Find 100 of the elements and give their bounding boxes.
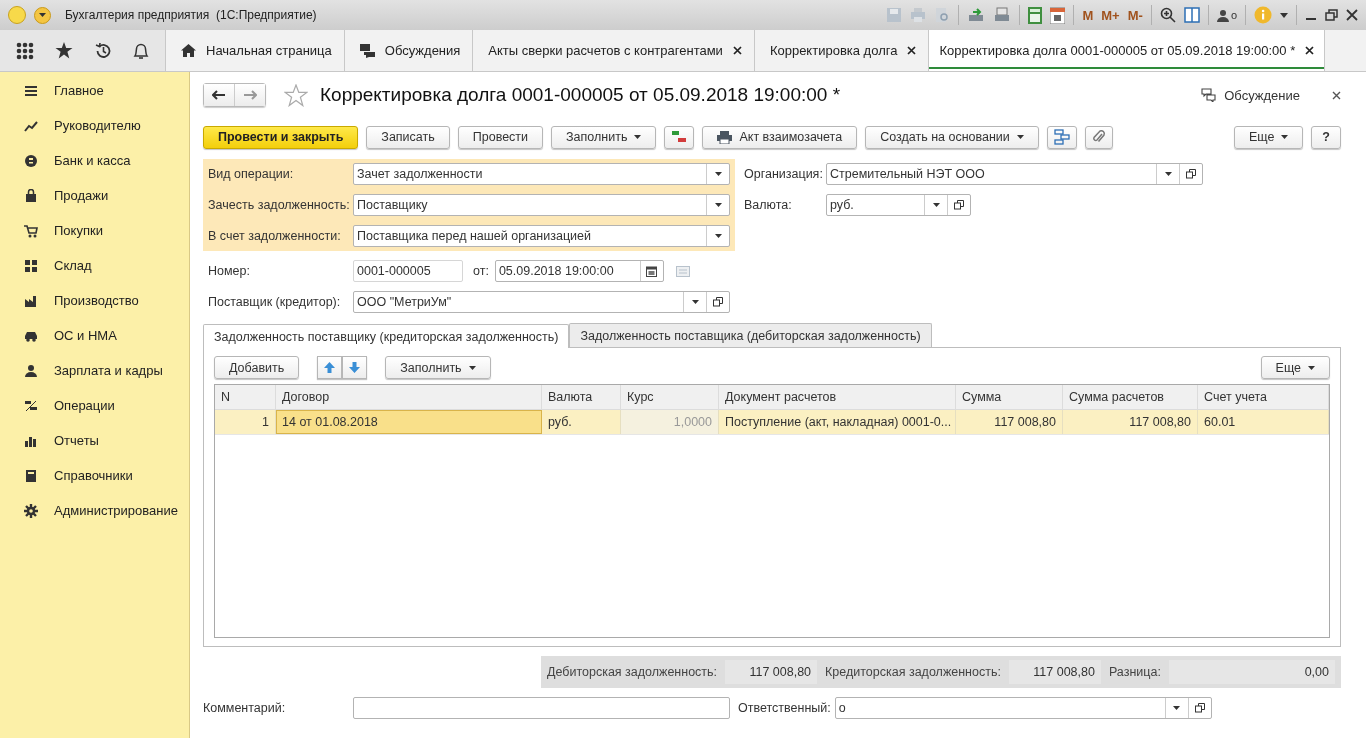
column-header[interactable]: Счет учета [1198, 385, 1329, 409]
close-icon[interactable] [1346, 9, 1358, 21]
caret-icon [714, 172, 722, 176]
column-header[interactable]: Договор [276, 385, 542, 409]
history-icon[interactable] [94, 41, 113, 60]
number-field[interactable]: 0001-000005 [353, 260, 463, 282]
sidebar-item[interactable]: ОС и НМА [0, 318, 189, 353]
select-field[interactable]: o [834, 697, 1212, 719]
sidebar-item[interactable]: Склад [0, 248, 189, 283]
caret-icon[interactable] [1280, 12, 1288, 18]
zoom-icon[interactable] [1159, 7, 1176, 23]
field-label: Организация: [744, 167, 824, 181]
select-field[interactable]: ООО "МетриУм" [353, 291, 730, 313]
nav-tab[interactable]: Акты сверки расчетов с контрагентами [473, 30, 755, 71]
memory-button[interactable]: M+ [1101, 7, 1120, 23]
nav-tab[interactable]: Начальная страница [166, 30, 345, 71]
column-header[interactable]: Сумма расчетов [1063, 385, 1198, 409]
window-title: Бухгалтерия предприятия (1С:Предприятие) [65, 8, 317, 22]
command-button[interactable]: Провести [457, 125, 544, 149]
export-icon[interactable] [967, 7, 986, 23]
open-window-icon [1194, 703, 1205, 713]
help-button[interactable]: ? [1311, 125, 1341, 149]
nav-tab[interactable]: Корректировка долга 0001-000005 от 05.09.2018 19:00:00 * [929, 30, 1326, 71]
calendar-icon [646, 265, 658, 277]
command-button[interactable]: Записать [366, 125, 450, 149]
select-field[interactable]: Поставщика перед нашей организацией [353, 225, 730, 247]
sidebar-item[interactable]: Операции [0, 388, 189, 423]
home-icon [181, 44, 196, 57]
open-window-icon [1186, 169, 1196, 179]
calculator-icon[interactable] [1028, 6, 1043, 24]
field-label: Поставщик (кредитор): [208, 295, 342, 309]
main-menu-button[interactable] [34, 6, 51, 24]
discussion-link[interactable]: Обсуждение [1201, 87, 1300, 103]
sidebar-item[interactable]: Отчеты [0, 423, 189, 458]
move-down-button[interactable] [342, 356, 368, 379]
nav-tab[interactable]: Обсуждения [344, 30, 474, 71]
sidebar-item[interactable]: Продажи [0, 178, 189, 213]
scanner-icon[interactable] [993, 7, 1012, 23]
restore-icon[interactable] [1325, 9, 1338, 21]
sidebar-item[interactable]: Администрирование [0, 493, 189, 528]
command-button[interactable]: Заполнить [551, 125, 657, 149]
move-up-button[interactable] [317, 356, 343, 379]
table-cell: Поступление (акт, накладная) 0001-0... [719, 410, 956, 434]
caret-icon [39, 13, 46, 17]
close-icon[interactable] [907, 46, 917, 55]
calendar-icon[interactable] [1050, 6, 1066, 24]
sidebar-item[interactable]: Главное [0, 73, 189, 108]
select-field[interactable]: Зачет задолженности [353, 163, 730, 185]
more-button[interactable]: Еще [1233, 125, 1304, 149]
table-row[interactable]: 1 14 от 01.08.2018 руб. 1,0000 Поступление (акт, накладная) 0001-0... 117 008,80 117 008,80 60.01 [215, 410, 1329, 435]
star-icon[interactable] [54, 42, 73, 59]
column-header[interactable]: Курс [621, 385, 719, 409]
sidebar-item[interactable]: Справочники [0, 458, 189, 493]
close-icon[interactable] [732, 46, 742, 55]
command-button[interactable]: Акт взаимозачета [702, 125, 858, 149]
sidebar-item[interactable]: Банк и касса [0, 143, 189, 178]
select-field[interactable]: руб. [826, 194, 971, 216]
post-and-close-button[interactable]: Провести и закрыть [203, 125, 359, 149]
right-arrow-icon [243, 90, 257, 100]
caret-icon [1164, 172, 1172, 176]
menu-icon [24, 83, 38, 98]
debit-credit-button[interactable] [664, 125, 695, 149]
cart-icon [24, 223, 38, 238]
more-button[interactable]: Еще [1260, 356, 1330, 379]
book-icon [24, 468, 38, 483]
select-field[interactable]: Поставщику [353, 194, 730, 216]
column-header[interactable]: Сумма [956, 385, 1063, 409]
back-button[interactable] [204, 84, 234, 106]
column-header[interactable]: Валюта [542, 385, 621, 409]
field-label: В счет задолженности: [208, 229, 342, 243]
section-tab[interactable]: Задолженность поставщика (дебиторская задолженность) [569, 323, 932, 347]
command-button[interactable]: Создать на основании [865, 125, 1039, 149]
bell-icon[interactable] [133, 41, 150, 60]
sidebar-item[interactable]: Производство [0, 283, 189, 318]
field-label: Комментарий: [203, 701, 287, 715]
column-header[interactable]: Документ расчетов [719, 385, 956, 409]
sidebar-item[interactable]: Руководителю [0, 108, 189, 143]
sidebar-item[interactable]: Зарплата и кадры [0, 353, 189, 388]
ledger-icon [24, 398, 38, 413]
comment-field[interactable] [353, 697, 730, 719]
panel-icon[interactable] [1183, 7, 1200, 23]
star-icon[interactable] [284, 83, 308, 107]
close-icon[interactable] [1332, 90, 1341, 100]
column-header[interactable]: N [215, 385, 276, 409]
apps-grid-icon[interactable] [15, 41, 34, 60]
date-field[interactable]: 05.09.2018 19:00:00 [494, 260, 664, 282]
select-field[interactable]: Стремительный НЭТ ООО [826, 163, 1203, 185]
chat-icon [359, 43, 375, 58]
add-button[interactable]: Добавить [214, 356, 300, 379]
sidebar-item[interactable]: Покупки [0, 213, 189, 248]
close-icon[interactable] [1305, 46, 1315, 55]
table-cell: 117 008,80 [956, 410, 1063, 434]
field-label: от: [473, 264, 489, 278]
attachment-button[interactable] [1084, 125, 1113, 149]
user-icon[interactable] [1216, 8, 1229, 22]
structure-button[interactable] [1046, 125, 1077, 149]
memory-button[interactable]: M- [1127, 7, 1143, 23]
memory-button[interactable]: M [1082, 7, 1094, 23]
section-tab[interactable]: Задолженность поставщику (кредиторская задолженность) [203, 324, 570, 348]
fill-button[interactable]: Заполнить [385, 356, 491, 379]
